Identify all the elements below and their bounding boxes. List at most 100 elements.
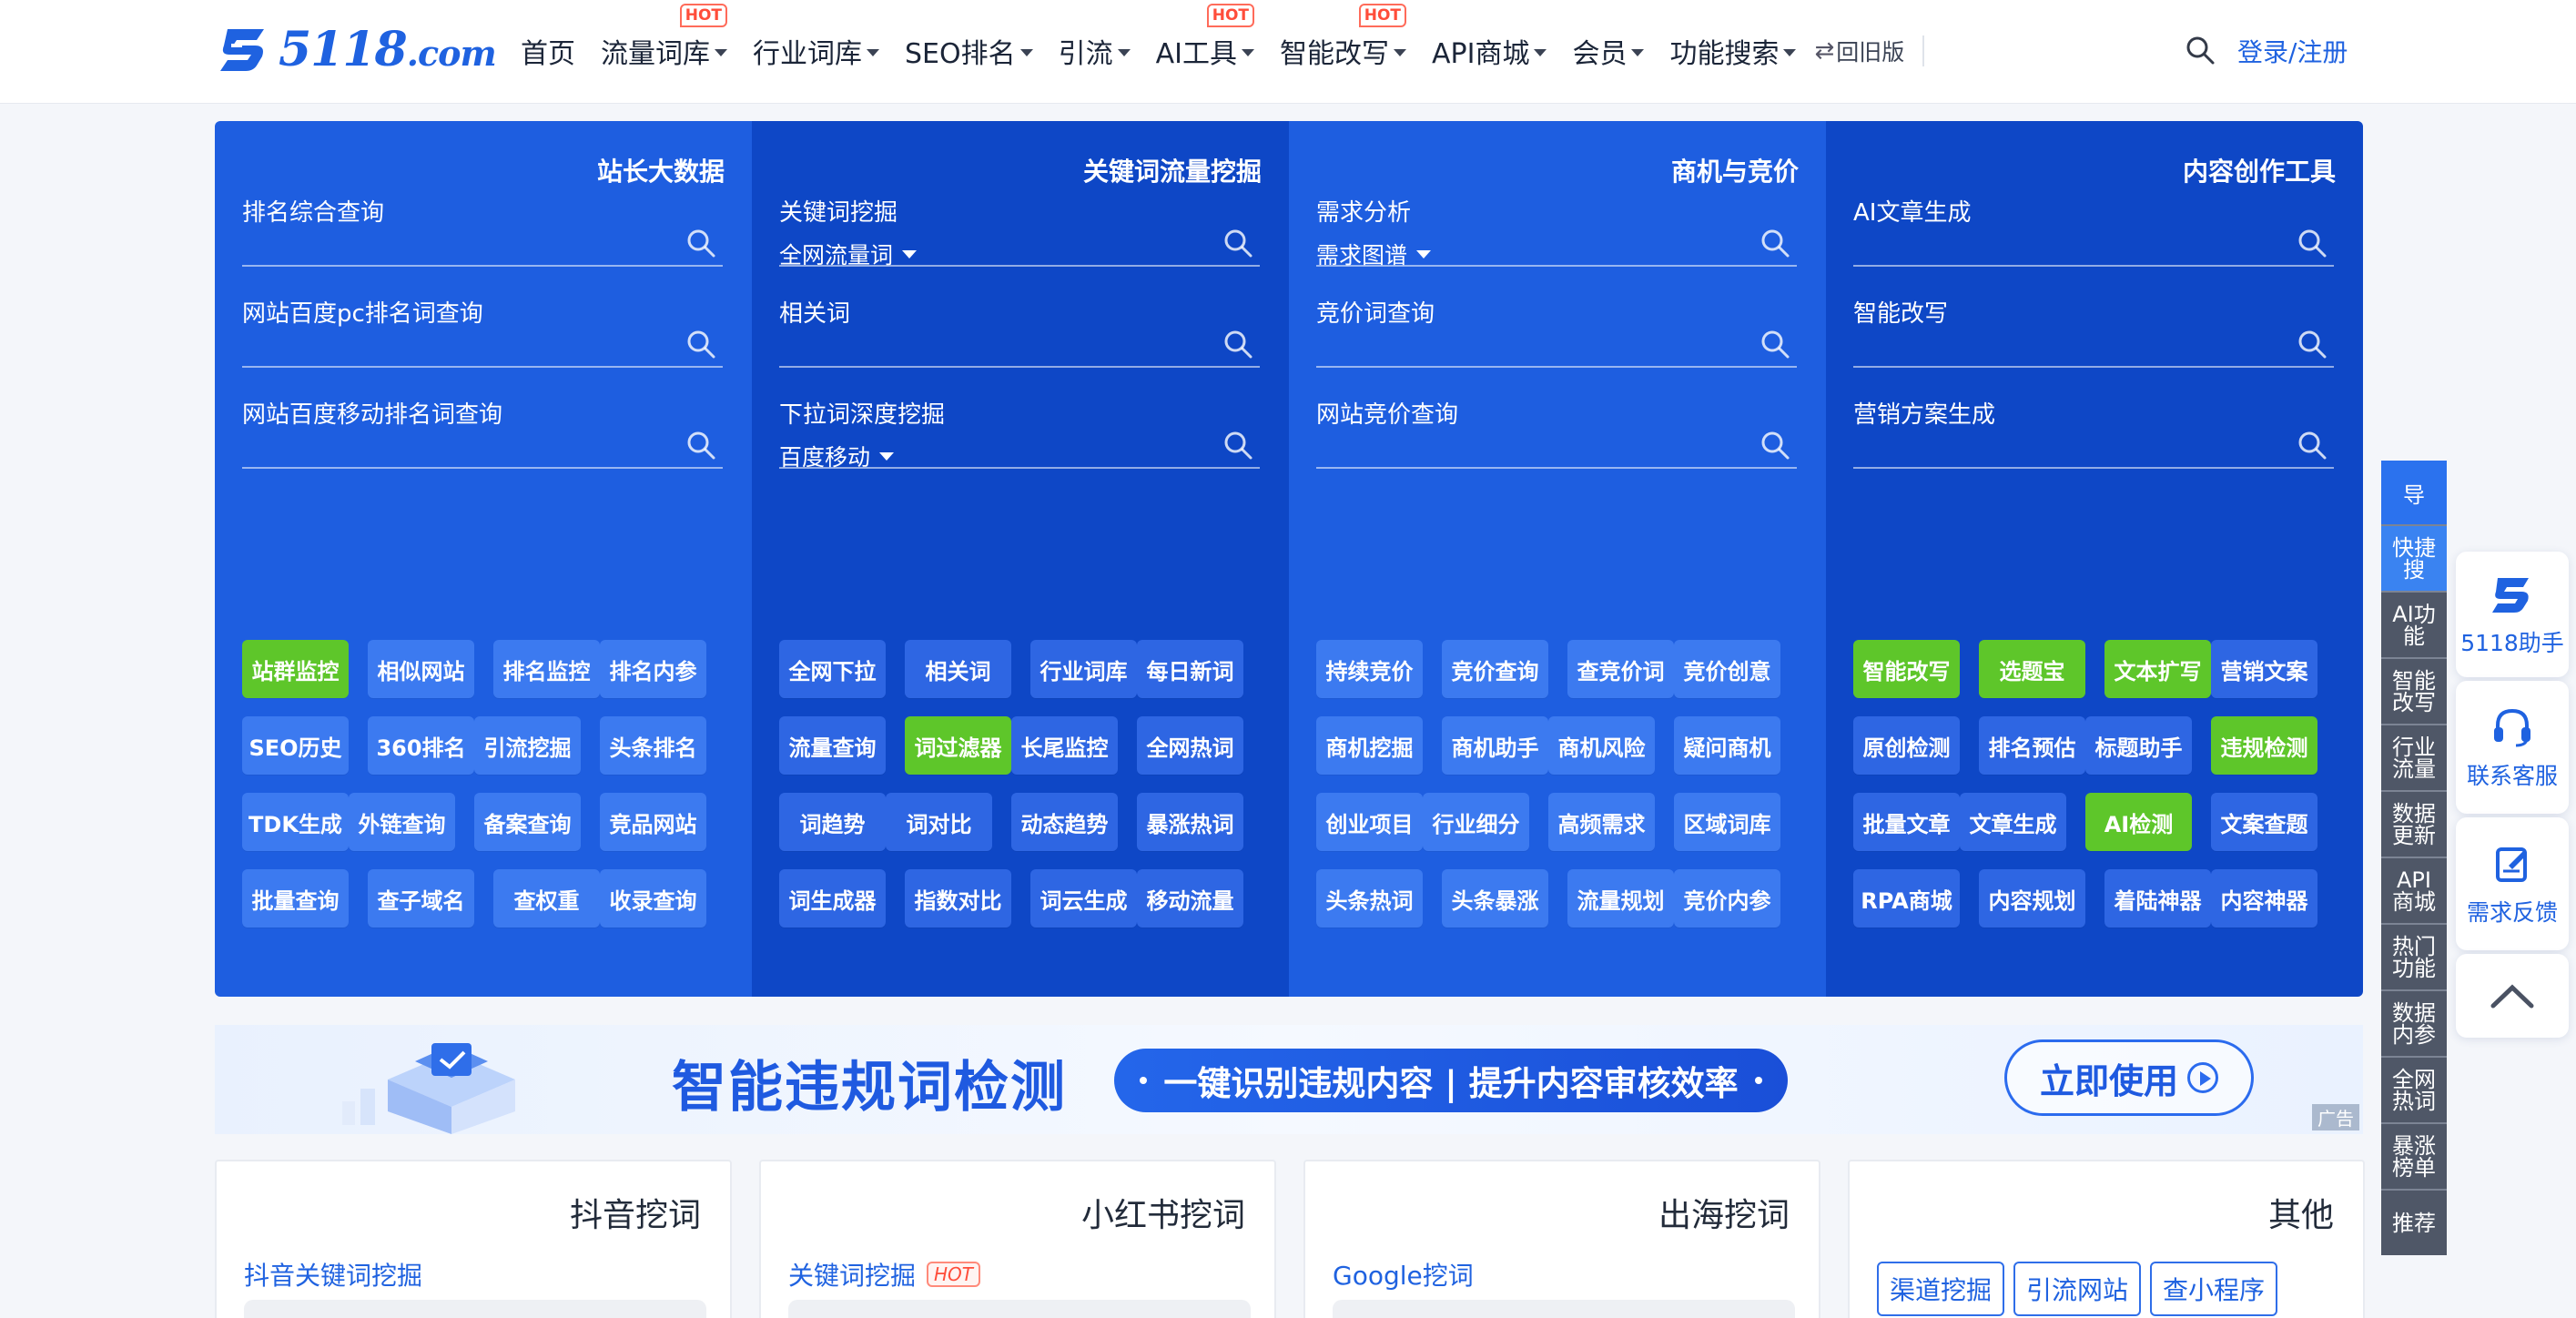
query-type-select[interactable]: 百度移动 (779, 440, 895, 472)
search-icon[interactable] (2296, 328, 2328, 360)
nav-item-2[interactable]: 行业词库 (753, 31, 879, 71)
query-field[interactable]: 下拉词深度挖掘 百度移动 (779, 396, 1260, 472)
side-nav-item-2[interactable]: 智能改写 (2381, 657, 2447, 724)
search-icon[interactable] (1759, 227, 1791, 259)
tool-button[interactable]: 引流挖掘 (474, 716, 581, 775)
card-link[interactable]: 抖音关键词挖掘 (244, 1256, 422, 1293)
tool-button[interactable]: SEO历史 (242, 716, 349, 775)
tool-button[interactable]: 查竞价词 (1567, 640, 1674, 698)
tool-button[interactable]: 暴涨热词 (1137, 793, 1243, 851)
tool-button[interactable]: 头条暴涨 (1442, 869, 1548, 928)
tool-button[interactable]: 收录查询 (600, 869, 706, 928)
tool-button[interactable]: TDK生成 (242, 793, 349, 851)
tool-button[interactable]: 内容神器 (2211, 869, 2317, 928)
site-logo[interactable]: 5118.com (215, 20, 497, 78)
side-nav-item-0[interactable]: 快捷搜 (2381, 524, 2447, 591)
tool-button[interactable]: 内容规划 (1979, 869, 2085, 928)
search-icon[interactable] (1759, 328, 1791, 360)
nav-item-1[interactable]: 流量词库 HOT (601, 4, 727, 71)
query-field[interactable]: 营销方案生成 (1853, 396, 2334, 469)
tool-button[interactable]: 排名预估 (1979, 716, 2085, 775)
tool-button[interactable]: 营销文案 (2211, 640, 2317, 698)
tool-button[interactable]: 竞价内参 (1674, 869, 1780, 928)
tool-button[interactable]: 指数对比 (905, 869, 1011, 928)
nav-item-8[interactable]: 会员 (1572, 31, 1645, 71)
ad-banner[interactable]: 智能违规词检测 一键识别违规内容 | 提升内容审核效率 立即使用 广告 (215, 1025, 2363, 1134)
tool-button[interactable]: 外链查询 (349, 793, 455, 851)
old-version-link[interactable]: ⇄ 回旧版 (1814, 35, 1904, 67)
nav-item-4[interactable]: 引流 (1059, 31, 1131, 71)
tool-button[interactable]: 词趋势 (779, 793, 886, 851)
tool-button[interactable]: 查子域名 (368, 869, 474, 928)
tool-button[interactable]: 移动流量 (1137, 869, 1243, 928)
tool-button[interactable]: 商机助手 (1442, 716, 1548, 775)
chip-mini-program[interactable]: 查小程序 (2150, 1262, 2278, 1316)
nav-item-7[interactable]: API商城 (1432, 31, 1547, 71)
tool-button[interactable]: 头条热词 (1316, 869, 1423, 928)
search-icon[interactable] (1222, 429, 1254, 461)
tool-button[interactable]: 文章生成 (1960, 793, 2066, 851)
nav-item-0[interactable]: 首页 (521, 31, 575, 71)
side-nav-item-5[interactable]: API商城 (2381, 857, 2447, 923)
query-field[interactable]: 网站百度移动排名词查询 (242, 396, 723, 469)
tool-button[interactable]: 流量查询 (779, 716, 886, 775)
nav-item-3[interactable]: SEO排名 (905, 31, 1033, 71)
tool-button[interactable]: 疑问商机 (1674, 716, 1780, 775)
tool-button[interactable]: 长尾监控 (1011, 716, 1118, 775)
card-input-bar[interactable] (244, 1300, 706, 1318)
side-nav-item-10[interactable]: 推荐 (2381, 1189, 2447, 1255)
side-nav-item-6[interactable]: 热门功能 (2381, 923, 2447, 989)
feedback-button[interactable]: 需求反馈 (2456, 817, 2569, 950)
tool-button[interactable]: 标题助手 (2085, 716, 2192, 775)
query-field[interactable]: 网站百度pc排名词查询 (242, 295, 723, 368)
card-input-bar[interactable] (1333, 1300, 1795, 1318)
card-link[interactable]: 关键词挖掘 HOT (788, 1256, 981, 1293)
tool-button[interactable]: 竞价查询 (1442, 640, 1548, 698)
side-nav-item-3[interactable]: 行业流量 (2381, 724, 2447, 790)
search-icon[interactable] (685, 227, 717, 259)
chip-traffic-sites[interactable]: 引流网站 (2013, 1262, 2142, 1316)
tool-button[interactable]: 商机挖掘 (1316, 716, 1423, 775)
side-nav-item-1[interactable]: AI功能 (2381, 591, 2447, 657)
tool-button[interactable]: 360排名 (368, 716, 474, 775)
banner-cta-button[interactable]: 立即使用 (2004, 1039, 2254, 1116)
side-nav-item-7[interactable]: 数据内参 (2381, 989, 2447, 1056)
assistant-button[interactable]: 5118助手 (2456, 552, 2569, 677)
query-field[interactable]: 需求分析 需求图谱 (1316, 194, 1797, 270)
query-type-select[interactable]: 需求图谱 (1316, 238, 1432, 270)
tool-button[interactable]: 行业词库 (1030, 640, 1137, 698)
tool-button[interactable]: 头条排名 (600, 716, 706, 775)
tool-button[interactable]: 备案查询 (474, 793, 581, 851)
tool-button[interactable]: 商机风险 (1548, 716, 1655, 775)
query-field[interactable]: 竞价词查询 (1316, 295, 1797, 368)
tool-button[interactable]: 持续竞价 (1316, 640, 1423, 698)
nav-item-6[interactable]: 智能改写 HOT (1280, 4, 1406, 71)
tool-button[interactable]: 词生成器 (779, 869, 886, 928)
tool-button[interactable]: 创业项目 (1316, 793, 1423, 851)
tool-button[interactable]: 词过滤器 (905, 716, 1011, 775)
tool-button[interactable]: 着陆神器 (2104, 869, 2211, 928)
nav-item-9[interactable]: 功能搜索 (1669, 31, 1797, 71)
tool-button[interactable]: 动态趋势 (1011, 793, 1118, 851)
tool-button[interactable]: 相似网站 (368, 640, 474, 698)
tool-button[interactable]: 全网下拉 (779, 640, 886, 698)
search-icon[interactable] (1759, 429, 1791, 461)
tool-button[interactable]: 原创检测 (1853, 716, 1960, 775)
search-icon[interactable] (685, 328, 717, 360)
login-register-link[interactable]: 登录/注册 (2237, 33, 2348, 69)
tool-button[interactable]: 批量查询 (242, 869, 349, 928)
tool-button[interactable]: 查权重 (493, 869, 600, 928)
query-field[interactable]: 排名综合查询 (242, 194, 723, 267)
query-field[interactable]: 网站竞价查询 (1316, 396, 1797, 469)
search-icon[interactable] (685, 429, 717, 461)
tool-button[interactable]: 排名监控 (493, 640, 600, 698)
search-icon[interactable] (1222, 227, 1254, 259)
tool-button[interactable]: AI检测 (2085, 793, 2192, 851)
tool-button[interactable]: 高频需求 (1548, 793, 1655, 851)
query-field[interactable]: 智能改写 (1853, 295, 2334, 368)
tool-button[interactable]: RPA商城 (1853, 869, 1960, 928)
customer-service-button[interactable]: 联系客服 (2456, 681, 2569, 814)
card-input-bar[interactable] (788, 1300, 1251, 1318)
search-icon[interactable] (2185, 35, 2216, 66)
tool-button[interactable]: 排名内参 (600, 640, 706, 698)
